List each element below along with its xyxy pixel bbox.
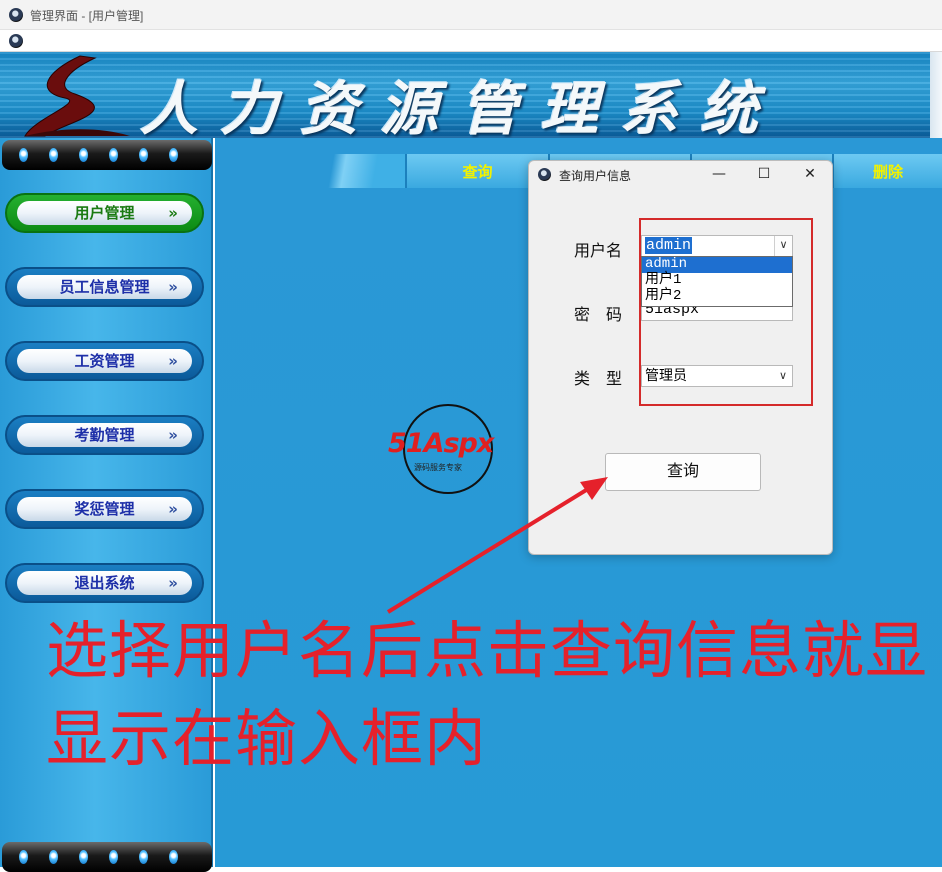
sidebar-item-pill: 奖惩管理 » — [17, 497, 192, 521]
led-light — [49, 148, 58, 162]
sidebar-led-bar-bottom — [2, 842, 212, 872]
tab-query[interactable]: 查询 — [405, 154, 548, 188]
password-label: 密 码 — [574, 307, 623, 324]
double-chevron-right-icon: » — [168, 278, 178, 296]
sidebar-led-bar-top — [2, 140, 212, 170]
query-button[interactable]: 查询 — [605, 453, 761, 491]
annotation-text-line1: 选择用户名后点击查询信息就显 — [46, 614, 929, 687]
sidebar-item-user-management[interactable]: 用户管理 » — [5, 193, 204, 233]
led-light — [139, 850, 148, 864]
dialog-app-icon — [538, 168, 551, 181]
led-light — [49, 850, 58, 864]
username-label: 用户名 — [574, 243, 623, 260]
logo-text: 51Aspx — [388, 428, 494, 459]
led-light — [139, 148, 148, 162]
led-light — [169, 148, 178, 162]
header-banner: 人力资源管理系统 — [0, 52, 942, 143]
double-chevron-right-icon: » — [168, 204, 178, 222]
led-light — [109, 850, 118, 864]
window-title: 管理界面 - [用户管理] — [30, 9, 144, 23]
sidebar-item-label: 用户管理 — [74, 204, 135, 222]
double-chevron-right-icon: » — [168, 574, 178, 592]
annotation-arrow — [386, 477, 608, 614]
tab-delete[interactable]: 删除 — [832, 154, 942, 188]
sidebar-item-label: 奖惩管理 — [74, 500, 135, 518]
double-chevron-right-icon: » — [168, 352, 178, 370]
minimize-icon[interactable]: — — [704, 163, 734, 185]
window-titlebar: 管理界面 - [用户管理] — [0, 0, 942, 30]
sidebar-item-pill: 工资管理 » — [17, 349, 192, 373]
annotation-text-line2: 显示在输入框内 — [46, 702, 488, 775]
toolbar-decoration — [290, 154, 410, 188]
highlight-box — [639, 218, 813, 406]
menu-bar — [0, 30, 942, 52]
sidebar-item-rewards[interactable]: 奖惩管理 » — [5, 489, 204, 529]
led-light — [79, 148, 88, 162]
maximize-icon[interactable]: ☐ — [749, 163, 779, 185]
sidebar-item-pill: 考勤管理 » — [17, 423, 192, 447]
double-chevron-right-icon: » — [168, 500, 178, 518]
type-label: 类 型 — [574, 371, 623, 388]
sidebar-item-salary[interactable]: 工资管理 » — [5, 341, 204, 381]
led-light — [79, 850, 88, 864]
led-light — [169, 850, 178, 864]
sidebar-item-pill: 退出系统 » — [17, 571, 192, 595]
sidebar-item-exit[interactable]: 退出系统 » — [5, 563, 204, 603]
logo-swoosh-icon — [24, 55, 130, 137]
sidebar-item-pill: 用户管理 » — [17, 201, 192, 225]
system-title: 人力资源管理系统 — [140, 75, 781, 143]
app-icon — [9, 8, 23, 22]
sidebar-item-attendance[interactable]: 考勤管理 » — [5, 415, 204, 455]
logo-text-brand: 51Aspx — [388, 428, 494, 459]
mdi-child-icon[interactable] — [9, 34, 23, 48]
sidebar-item-label: 退出系统 — [74, 574, 135, 592]
led-light — [109, 148, 118, 162]
sidebar-item-label: 员工信息管理 — [59, 278, 150, 296]
sidebar-item-label: 考勤管理 — [74, 426, 135, 444]
dialog-title: 查询用户信息 — [559, 169, 632, 183]
sidebar-item-employee-info[interactable]: 员工信息管理 » — [5, 267, 204, 307]
sidebar-item-label: 工资管理 — [74, 352, 135, 370]
dialog-titlebar: 查询用户信息 — ☐ ✕ — [529, 161, 832, 187]
close-icon[interactable]: ✕ — [795, 163, 825, 185]
led-light — [19, 850, 28, 864]
banner-edge — [930, 52, 942, 138]
double-chevron-right-icon: » — [168, 426, 178, 444]
led-light — [19, 148, 28, 162]
sidebar-item-pill: 员工信息管理 » — [17, 275, 192, 299]
